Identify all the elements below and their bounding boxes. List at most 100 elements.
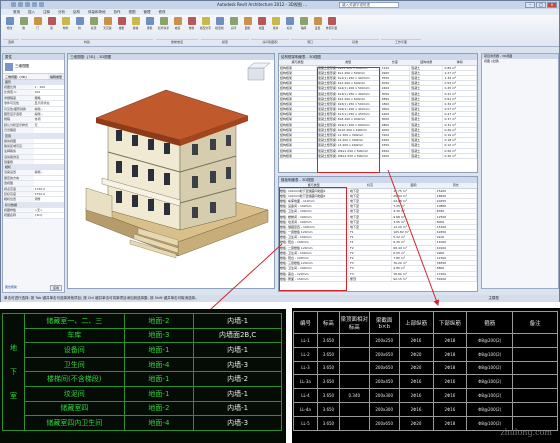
menu-tab-3[interactable]: 分析: [58, 10, 65, 15]
menu-tab-9[interactable]: 修改: [159, 10, 166, 15]
ribbon-button-8[interactable]: 楼板: [116, 17, 127, 33]
table-row: 设备间 地面-1 内墙-1: [3, 342, 282, 358]
ribbon-button-22[interactable]: 设置: [312, 17, 323, 33]
prop-value[interactable]: {3D}: [33, 213, 64, 218]
ribbon-button-10[interactable]: 竖梃: [144, 17, 155, 33]
table-cell: 2Φ16: [432, 401, 468, 417]
table-cell: 2Φ18: [432, 346, 468, 362]
ribbon-button-11[interactable]: 栏杆扶手: [158, 17, 169, 33]
prop-value[interactable]: 1 : 100: [33, 85, 64, 90]
ribbon-button-0[interactable]: 修改: [4, 17, 15, 33]
prop-value[interactable]: 调整: [33, 197, 64, 202]
ribbon-button-16[interactable]: 房间: [228, 17, 239, 33]
menu-tab-6[interactable]: 协作: [114, 10, 121, 15]
ribbon-group-4: 房间和面积: [251, 39, 289, 46]
table-cell: 地面-3: [123, 327, 195, 344]
ribbon-button-6[interactable]: 屋顶: [88, 17, 99, 33]
menu-tab-7[interactable]: 视图: [129, 10, 136, 15]
ribbon-button-23[interactable]: 参照平面: [326, 17, 337, 33]
ribbon-button-7[interactable]: 天花板: [102, 17, 113, 33]
prop-label: 视图名称: [4, 213, 17, 218]
prop-value[interactable]: 100: [33, 90, 64, 95]
ribbon-button-label: 坡道: [174, 26, 181, 30]
prop-value[interactable]: 显示原状态: [33, 101, 64, 106]
beam-table-header: 编号: [293, 311, 318, 334]
close-button[interactable]: ×: [547, 2, 557, 8]
ribbon-button-12[interactable]: 坡道: [172, 17, 183, 33]
table-cell: Φ8@100(2): [466, 360, 514, 376]
prop-value[interactable]: 无: [33, 122, 64, 128]
ribbon-group-3: 模型: [201, 39, 249, 46]
prop-label: 日光路径: [4, 128, 17, 133]
view-selector[interactable]: 三维视图: {3D}: [3, 74, 48, 79]
menu-tab-8[interactable]: 管理: [144, 10, 151, 15]
ribbon-button-3[interactable]: 窗: [46, 17, 57, 33]
ribbon-button-13[interactable]: 楼梯: [186, 17, 197, 33]
undo-icon[interactable]: [32, 2, 37, 7]
prop-value[interactable]: [33, 160, 64, 165]
ribbon-tool-icon: [47, 17, 56, 25]
menu-tab-5[interactable]: 体量和场地: [88, 10, 106, 15]
ribbon-button-2[interactable]: 门: [32, 17, 43, 33]
table-row: 储藏室四 地面-2 内墙-1: [3, 400, 282, 417]
prop-label: 视图比例: [4, 85, 17, 89]
save-icon[interactable]: [25, 2, 30, 7]
redo-icon[interactable]: [39, 2, 44, 7]
ribbon-button-label: 楼梯: [188, 26, 195, 30]
menu-tab-4[interactable]: 结构: [73, 10, 80, 15]
prop-value[interactable]: [33, 128, 64, 133]
ribbon-button-17[interactable]: 面积: [242, 17, 253, 33]
open-icon[interactable]: [18, 2, 23, 7]
ribbon-button-1[interactable]: 墙: [18, 17, 29, 33]
ribbon-button-label: 构件: [62, 26, 69, 30]
ribbon-button-5[interactable]: 柱: [74, 17, 85, 33]
prop-value[interactable]: [33, 149, 64, 154]
prop-value[interactable]: <无>: [33, 207, 64, 213]
prop-value[interactable]: 1750.0: [33, 186, 64, 192]
ribbon-button-9[interactable]: 幕墙: [130, 17, 141, 33]
table-cell: 200x300: [368, 401, 400, 417]
ribbon-button-14[interactable]: 模型文字: [200, 17, 211, 33]
prop-value[interactable]: 1750.0: [33, 192, 64, 197]
table-row: 车库 地面-3 内墙面2B,C: [3, 327, 282, 344]
minimize-button[interactable]: –: [525, 2, 535, 8]
menu-tab-2[interactable]: 注释: [43, 10, 50, 15]
search-input[interactable]: 键入关键字或短语: [339, 2, 399, 8]
apply-button[interactable]: 应用: [49, 285, 62, 291]
ribbon-button-20[interactable]: 标高: [284, 17, 295, 33]
table-cell: [512, 333, 558, 348]
table-cell: 内墙-2: [193, 371, 282, 387]
ribbon-button-4[interactable]: 构件: [60, 17, 71, 33]
ribbon-group-0: 选择: [3, 39, 19, 46]
ribbon-button-19[interactable]: 竖井: [270, 17, 281, 33]
view-cube[interactable]: [247, 62, 271, 81]
prop-value[interactable]: [33, 154, 64, 160]
ribbon-tool-icon: [313, 17, 322, 25]
app-menu-icon[interactable]: [11, 2, 16, 7]
prop-value[interactable]: [33, 143, 64, 149]
table-row: 坟泥间 地面-1 内墙-1: [3, 385, 282, 402]
properties-help-link[interactable]: 属性帮助: [5, 285, 17, 291]
3d-view-window[interactable]: 三维视图: {3D} - 3D视图: [67, 53, 275, 289]
table-cell: 地面-4: [123, 415, 195, 431]
prop-value[interactable]: 编辑...: [33, 106, 64, 111]
prop-value[interactable]: [33, 138, 64, 143]
table-cell: LL-3a: [293, 374, 318, 390]
ribbon-tool-icon: [89, 17, 98, 25]
menu-tab-1[interactable]: 插入: [28, 10, 35, 15]
table-cell: 200x650: [368, 346, 400, 362]
prop-value[interactable]: 编辑...: [33, 170, 64, 175]
table-cell: [512, 360, 558, 376]
ribbon-button-15[interactable]: 模型线: [214, 17, 225, 33]
edit-type-button[interactable]: 编辑类型: [47, 74, 64, 79]
prop-value[interactable]: 编辑...: [33, 111, 64, 117]
ribbon-button-21[interactable]: 轴网: [298, 17, 309, 33]
prop-value[interactable]: [33, 175, 64, 181]
prop-value[interactable]: 协调: [33, 117, 64, 122]
table-cell: LL-4: [293, 388, 318, 403]
menu-tab-0[interactable]: 常用: [13, 10, 20, 15]
maximize-button[interactable]: □: [536, 2, 546, 8]
prop-value[interactable]: [33, 181, 64, 186]
ribbon-button-18[interactable]: 按面: [256, 17, 267, 33]
prop-value[interactable]: 粗略: [33, 95, 64, 101]
